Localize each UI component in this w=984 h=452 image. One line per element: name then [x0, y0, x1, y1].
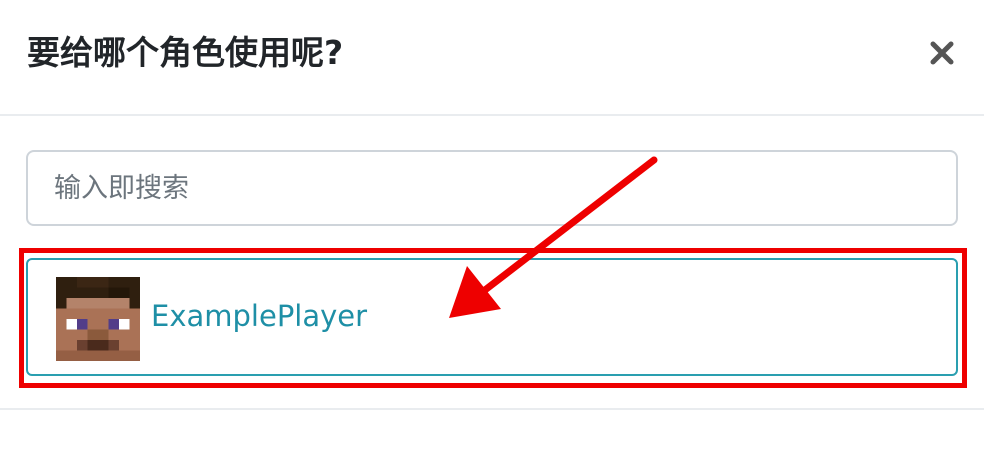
footer-divider	[0, 408, 984, 410]
search-input[interactable]	[26, 150, 958, 226]
modal-title: 要给哪个角色使用呢?	[27, 33, 344, 72]
modal-header: 要给哪个角色使用呢?	[0, 0, 984, 116]
close-icon	[930, 41, 954, 65]
highlight-frame	[19, 248, 967, 388]
close-button[interactable]	[922, 33, 962, 73]
